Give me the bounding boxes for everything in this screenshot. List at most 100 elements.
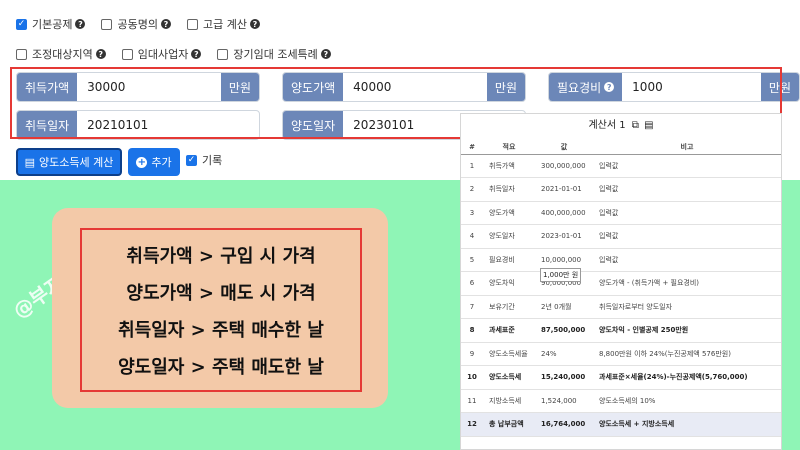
joint-ownership-checkbox[interactable]: 공동명의 ? [101,16,171,32]
calculator-icon: ▤ [24,155,36,169]
table-row: 6 양도차익 90,000,000 양도가액 - (취득가액 + 필요경비) [461,271,781,296]
callout-outline: 취득가액 > 구입 시 가격 양도가액 > 매도 시 가격 취득일자 > 주택 … [80,228,362,392]
cell-note: 8,800만원 이하 24%(누진공제액 576만원) [593,342,781,366]
cell-value: 300,000,000 [535,154,593,178]
cell-value: 2년 0개월 [535,295,593,319]
help-icon[interactable]: ? [320,49,331,59]
cell-item: 양도소득세율 [483,342,535,366]
callout-line: 취득가액 > 구입 시 가격 [126,245,316,267]
record-label: 기록 [202,154,223,167]
cell-n: 3 [461,201,483,225]
cell-value: 16,764,000 [535,412,593,437]
cell-note: 입력값 [593,248,781,272]
cell-n: 6 [461,271,483,296]
table-row: 10 양도소득세 15,240,000 과세표준×세율(24%)-누진공제액(5,76… [461,365,781,390]
cell-item: 양도일자 [483,224,535,249]
checkbox-box [186,18,198,30]
cell-n: 8 [461,318,483,343]
cell-n: 11 [461,389,483,413]
calculate-tax-button[interactable]: ▤ 양도소득세 계산 [16,148,122,176]
cell-note: 입력값 [593,224,781,249]
cell-note: 입력값 [593,201,781,225]
help-icon[interactable]: ? [95,49,106,59]
long-term-rental-label: 장기임대 조세특례 [233,48,318,61]
cell-item: 양도가액 [483,201,535,225]
help-icon[interactable]: ? [249,19,260,29]
cell-value: 15,240,000 [535,365,593,390]
callout-line: 취득일자 > 주택 매수한 날 [118,319,324,341]
cell-note: 양도가액 - (취득가액 + 필요경비) [593,271,781,296]
checkbox-box [16,48,27,60]
calculation-table: # 적요 값 비고 1 취득가액 300,000,000 입력값 2 취득일자 2021-0… [461,140,781,437]
table-row: 1 취득가액 300,000,000 입력값 [461,154,781,178]
cell-item: 취득일자 [483,177,535,202]
regulated-area-label: 조정대상지역 [32,48,93,61]
advanced-calc-label: 고급 계산 [202,18,247,31]
basic-deduction-checkbox[interactable]: ✓ 기본공제 ? [16,16,86,32]
col-header-value: 값 [535,140,593,155]
document-icon[interactable]: ▤ [644,120,653,131]
help-icon[interactable]: ? [75,19,86,29]
cell-value: 24% [535,342,593,366]
cell-note: 취득일자로부터 양도일자 [593,295,781,319]
col-header-item: 적요 [483,140,535,155]
cell-item: 취득가액 [483,154,535,178]
help-icon[interactable]: ? [160,19,171,29]
joint-ownership-label: 공동명의 [117,18,158,31]
cell-n: 5 [461,248,483,272]
rental-business-label: 임대사업자 [137,48,189,61]
help-icon[interactable]: ? [191,49,202,59]
cell-n: 9 [461,342,483,366]
table-row: 4 양도일자 2023-01-01 입력값 [461,224,781,249]
cell-item: 보유기간 [483,295,535,319]
rental-business-checkbox[interactable]: 임대사업자 ? [121,46,202,62]
cell-note: 입력값 [593,177,781,202]
add-button[interactable]: + 추가 [128,148,180,176]
add-label: 추가 [151,156,172,169]
long-term-rental-checkbox[interactable]: 장기임대 조세특례 ? [217,46,331,62]
cell-value: 400,000,000 [535,201,593,225]
checkmark-icon: ✓ [16,18,27,30]
table-row: 7 보유기간 2년 0개월 취득일자로부터 양도일자 [461,295,781,319]
value-tooltip: 1,000만 원 [540,268,582,282]
advanced-calc-checkbox[interactable]: 고급 계산 ? [186,16,260,32]
checkbox-box [101,18,113,30]
cell-value: 1,524,000 [535,389,593,413]
cell-n: 1 [461,154,483,178]
callout-line: 양도가액 > 매도 시 가격 [126,282,316,304]
checkmark-icon: ✓ [186,154,197,166]
cell-note: 입력값 [593,154,781,178]
cell-item: 총 납부금액 [483,412,535,437]
cell-note: 양도소득세의 10% [593,389,781,413]
explanation-callout: 취득가액 > 구입 시 가격 양도가액 > 매도 시 가격 취득일자 > 주택 … [52,208,388,408]
copy-icon[interactable]: ⧉ [632,120,639,131]
table-row: 12 총 납부금액 16,764,000 양도소득세 + 지방소득세 [461,412,781,437]
col-header-number: # [461,140,483,155]
cell-note: 양도소득세 + 지방소득세 [593,412,781,437]
regulated-area-checkbox[interactable]: 조정대상지역 ? [16,46,106,62]
cell-value: 2021-01-01 [535,177,593,202]
options-row-2: 조정대상지역 ? 임대사업자 ? 장기임대 조세특례 ? [16,46,347,62]
cell-item: 지방소득세 [483,389,535,413]
cell-value: 2023-01-01 [535,224,593,249]
table-row: 11 지방소득세 1,524,000 양도소득세의 10% [461,389,781,413]
checkbox-box [217,48,229,60]
table-header-row: # 적요 값 비고 [461,140,781,155]
cell-item: 양도차익 [483,271,535,296]
callout-line: 양도일자 > 주택 매도한 날 [118,356,324,378]
record-checkbox[interactable]: ✓ 기록 [186,152,222,168]
cell-n: 10 [461,365,483,390]
checkbox-box [121,48,133,60]
table-row: 3 양도가액 400,000,000 입력값 [461,201,781,225]
table-row: 5 필요경비 10,000,000 입력값 [461,248,781,272]
basic-deduction-label: 기본공제 [32,18,73,31]
table-row: 9 양도소득세율 24% 8,800만원 이하 24%(누진공제액 576만원) [461,342,781,366]
table-row: 8 과세표준 87,500,000 양도차익 - 인별공제 250만원 [461,318,781,343]
cell-item: 양도소득세 [483,365,535,390]
panel-title-text: 계산서 1 [588,120,626,131]
calculation-panel: 계산서 1 ⧉ ▤ # 적요 값 비고 1 취득가액 300,000,000 입력값 2… [460,113,782,450]
options-row-1: ✓ 기본공제 ? 공동명의 ? 고급 계산 ? [16,16,276,32]
plus-circle-icon: + [136,156,148,168]
cell-n: 7 [461,295,483,319]
cell-value: 87,500,000 [535,318,593,343]
